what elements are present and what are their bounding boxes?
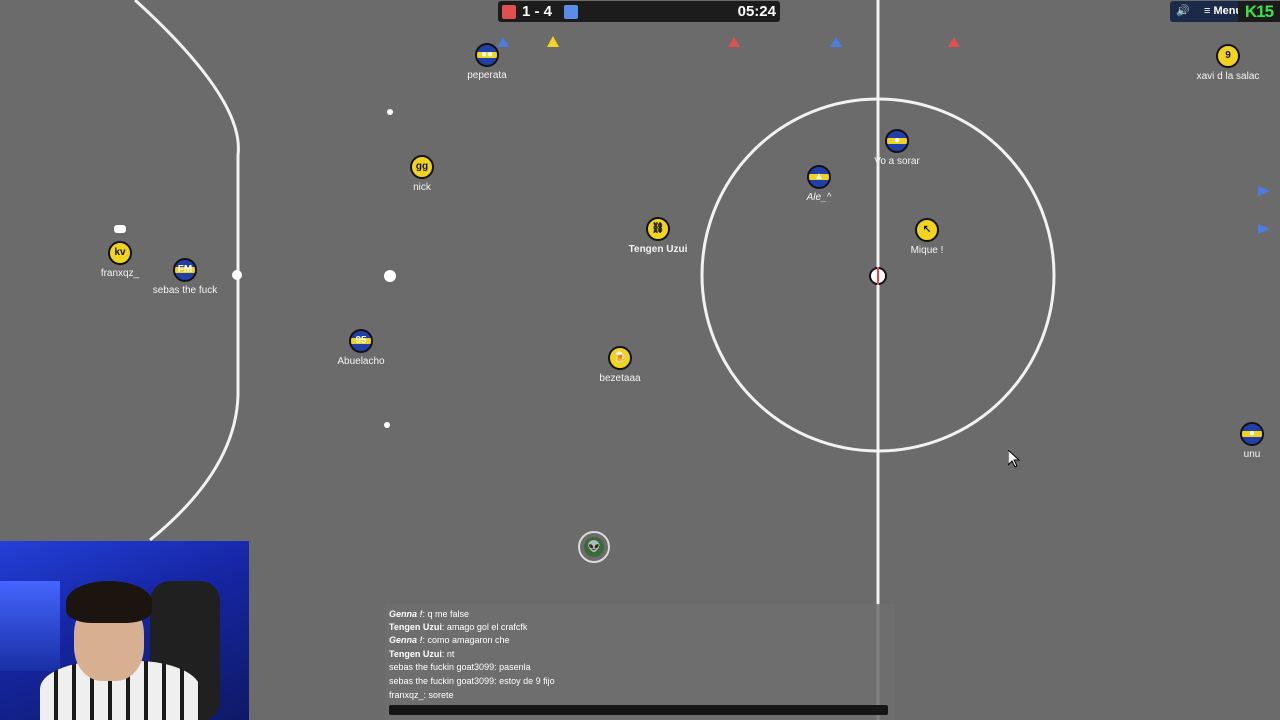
self-marker: 👽 — [578, 531, 610, 563]
player-disc: 9 — [1216, 44, 1240, 68]
scoreboard: 1 - 4 05:24 — [498, 1, 780, 22]
red-team-icon — [502, 5, 516, 19]
chat-message: sebas the fuckin goat3099: pasenla — [389, 662, 531, 672]
player-nick: sebas the fuck — [152, 285, 218, 296]
match-clock: 05:24 — [737, 3, 776, 20]
score: 1 - 4 — [522, 3, 553, 20]
player-nick: xavi d la salac — [1196, 71, 1260, 82]
chat-message: franxqz_: sorete — [389, 690, 454, 700]
speaker-icon[interactable]: 🔊 — [1174, 3, 1192, 20]
webcam-overlay — [0, 541, 249, 720]
chat-message: Tengen Uzui: amago gol el crafcfk — [389, 622, 528, 632]
player-nick: Mique ! — [910, 245, 944, 256]
player-disc: ⛓ — [646, 217, 670, 241]
player-nick: Abuelacho — [337, 356, 385, 367]
blue-team-icon — [564, 5, 578, 19]
player-disc: ● — [885, 129, 909, 153]
chat-message: Genna !: como amagaron che — [389, 635, 510, 645]
chat-input[interactable] — [389, 705, 888, 715]
player-disc: FM — [173, 258, 197, 282]
player-disc: 🍺 — [608, 346, 632, 370]
k15-logo: K15 — [1238, 1, 1280, 22]
player-disc: ↖ — [915, 218, 939, 242]
field-dot — [384, 422, 390, 428]
webcam-background-shelf — [0, 581, 60, 671]
player-nick: unu — [1243, 449, 1261, 460]
player-nick: Ale_^ — [806, 192, 832, 203]
player-nick: Vo a sorar — [874, 156, 920, 167]
chat-bubble-icon — [114, 225, 126, 233]
player-disc: kv — [108, 241, 132, 265]
player-nick: peperata — [467, 70, 507, 81]
field-dot — [387, 109, 393, 115]
ball — [869, 267, 887, 285]
player-disc: 95 — [349, 329, 373, 353]
player-nick: bezetaaa — [599, 373, 641, 384]
top-controls: 🔊 ≡ Menu K15 — [1170, 1, 1280, 22]
webcam-person-hair — [66, 581, 152, 623]
player-disc: gg — [410, 155, 434, 179]
chat-message: Genna !: q me false — [389, 609, 470, 619]
cursor-icon — [1008, 450, 1020, 468]
penalty-spot — [232, 270, 242, 280]
chat-message: Tengen Uzui: nt — [389, 649, 455, 659]
player-nick: Tengen Uzui — [628, 244, 688, 255]
menu-button[interactable]: ≡ Menu — [1204, 3, 1242, 20]
alien-icon: 👽 — [584, 537, 604, 557]
field-dot — [384, 270, 396, 282]
chat-message: sebas the fuckin goat3099: estoy de 9 fi… — [389, 676, 555, 686]
player-disc: ●● — [475, 43, 499, 67]
player-nick: nick — [413, 182, 431, 193]
player-disc: ▲ — [807, 165, 831, 189]
chat-panel: Genna !: q me false Tengen Uzui: amago g… — [385, 604, 895, 720]
player-disc: ● — [1240, 422, 1264, 446]
